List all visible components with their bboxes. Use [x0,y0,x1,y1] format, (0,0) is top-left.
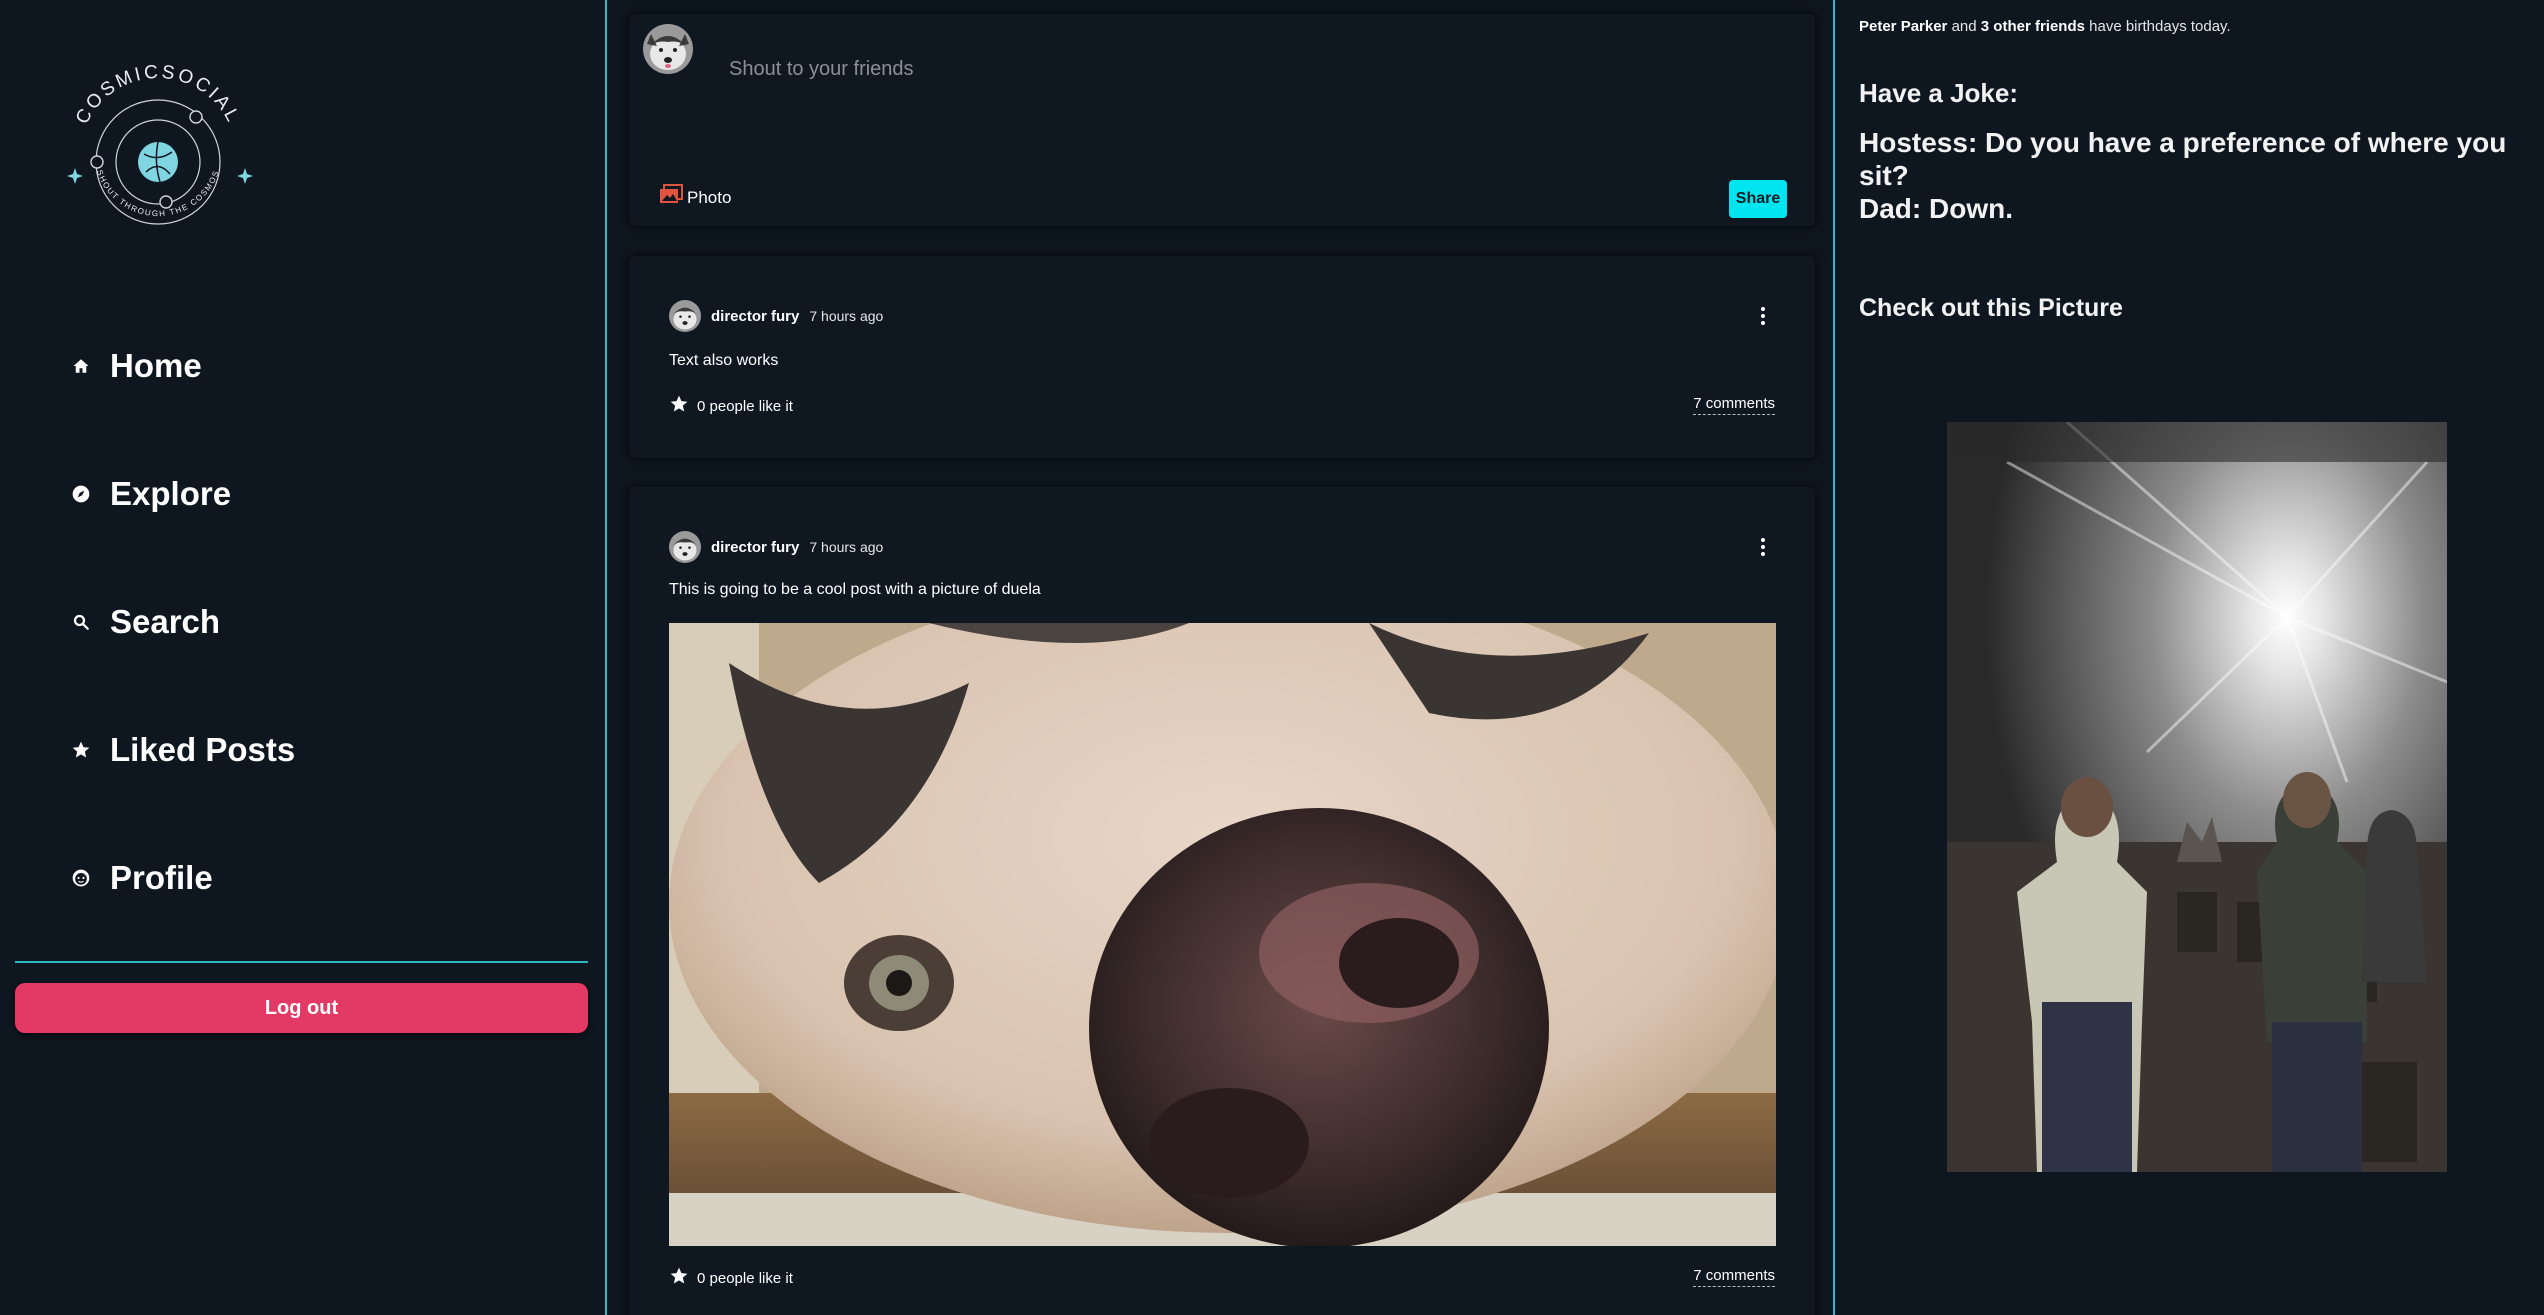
sidebar-item-explore[interactable]: Explore [70,462,231,526]
sidebar-item-liked-posts[interactable]: Liked Posts [70,718,295,782]
star-icon [70,739,92,761]
sidebar-item-label: Profile [110,859,213,896]
sidebar-divider [15,961,588,963]
avatar[interactable] [669,300,701,332]
svg-text:COSMICSOCIAL: COSMICSOCIAL [72,62,244,128]
photo-button[interactable]: Photo [659,184,731,211]
birthday-name[interactable]: Peter Parker [1859,18,1947,35]
joke-line: Hostess: Do you have a preference of whe… [1859,127,2507,191]
face-icon [70,867,92,889]
search-icon [70,611,92,633]
like-count: 0 people like it [697,1269,793,1287]
image-icon [659,184,683,211]
post-image[interactable] [669,623,1776,1246]
like-count: 0 people like it [697,397,793,415]
like-button[interactable]: 0 people like it [669,394,793,418]
share-button[interactable]: Share [1729,180,1787,218]
sidebar-item-label: Home [110,347,202,384]
like-button[interactable]: 0 people like it [669,1266,793,1290]
birthday-notice: Peter Parker and 3 other friends have bi… [1859,18,2231,35]
joke-heading: Have a Joke: [1859,78,2018,108]
post-card: director fury 7 hours ago Text also work… [629,256,1815,458]
post-timestamp: 7 hours ago [809,539,884,555]
post-header: director fury 7 hours ago [669,300,883,332]
compass-icon [70,483,92,505]
picture-heading: Check out this Picture [1859,294,2123,322]
sidebar: COSMICSOCIAL SHOUT THROUGH THE COSMOS Ho… [0,0,607,1315]
post-text: Text also works [669,352,779,369]
star-icon [669,1266,689,1290]
post-author[interactable]: director fury [711,308,799,325]
sidebar-item-label: Search [110,603,221,640]
sidebar-item-home[interactable]: Home [70,334,202,398]
logout-button[interactable]: Log out [15,983,588,1033]
birthday-suffix: have birthdays today. [2089,18,2231,35]
shout-input[interactable] [729,54,1629,84]
joke-line: Dad: Down. [1859,193,2013,224]
composer-card: Photo Share [629,14,1815,226]
feed: Photo Share director fury 7 hours ago Te… [609,0,1835,1315]
home-icon [70,355,92,377]
post-card: director fury 7 hours ago This is going … [629,487,1815,1315]
more-options-icon[interactable] [1751,302,1775,330]
post-author[interactable]: director fury [711,539,799,556]
avatar[interactable] [669,531,701,563]
cosmicsocial-logo[interactable]: COSMICSOCIAL SHOUT THROUGH THE COSMOS [58,56,258,256]
photo-label: Photo [687,187,732,207]
birthday-and: and [1951,18,1977,35]
joke-text: Hostess: Do you have a preference of whe… [1859,126,2529,225]
right-panel: Peter Parker and 3 other friends have bi… [1837,0,2544,1315]
post-timestamp: 7 hours ago [809,308,884,324]
sidebar-item-profile[interactable]: Profile [70,846,213,910]
comments-link[interactable]: 7 comments [1693,395,1775,415]
comments-link[interactable]: 7 comments [1693,1267,1775,1287]
sidebar-item-label: Explore [110,475,232,512]
birthday-friends[interactable]: 3 other friends [1981,18,2085,35]
featured-picture[interactable] [1947,422,2447,1172]
sidebar-item-search[interactable]: Search [70,590,220,654]
post-text: This is going to be a cool post with a p… [669,581,1041,598]
post-header: director fury 7 hours ago [669,531,883,563]
avatar[interactable] [643,24,693,74]
star-icon [669,394,689,418]
sidebar-item-label: Liked Posts [110,731,296,768]
more-options-icon[interactable] [1751,533,1775,561]
